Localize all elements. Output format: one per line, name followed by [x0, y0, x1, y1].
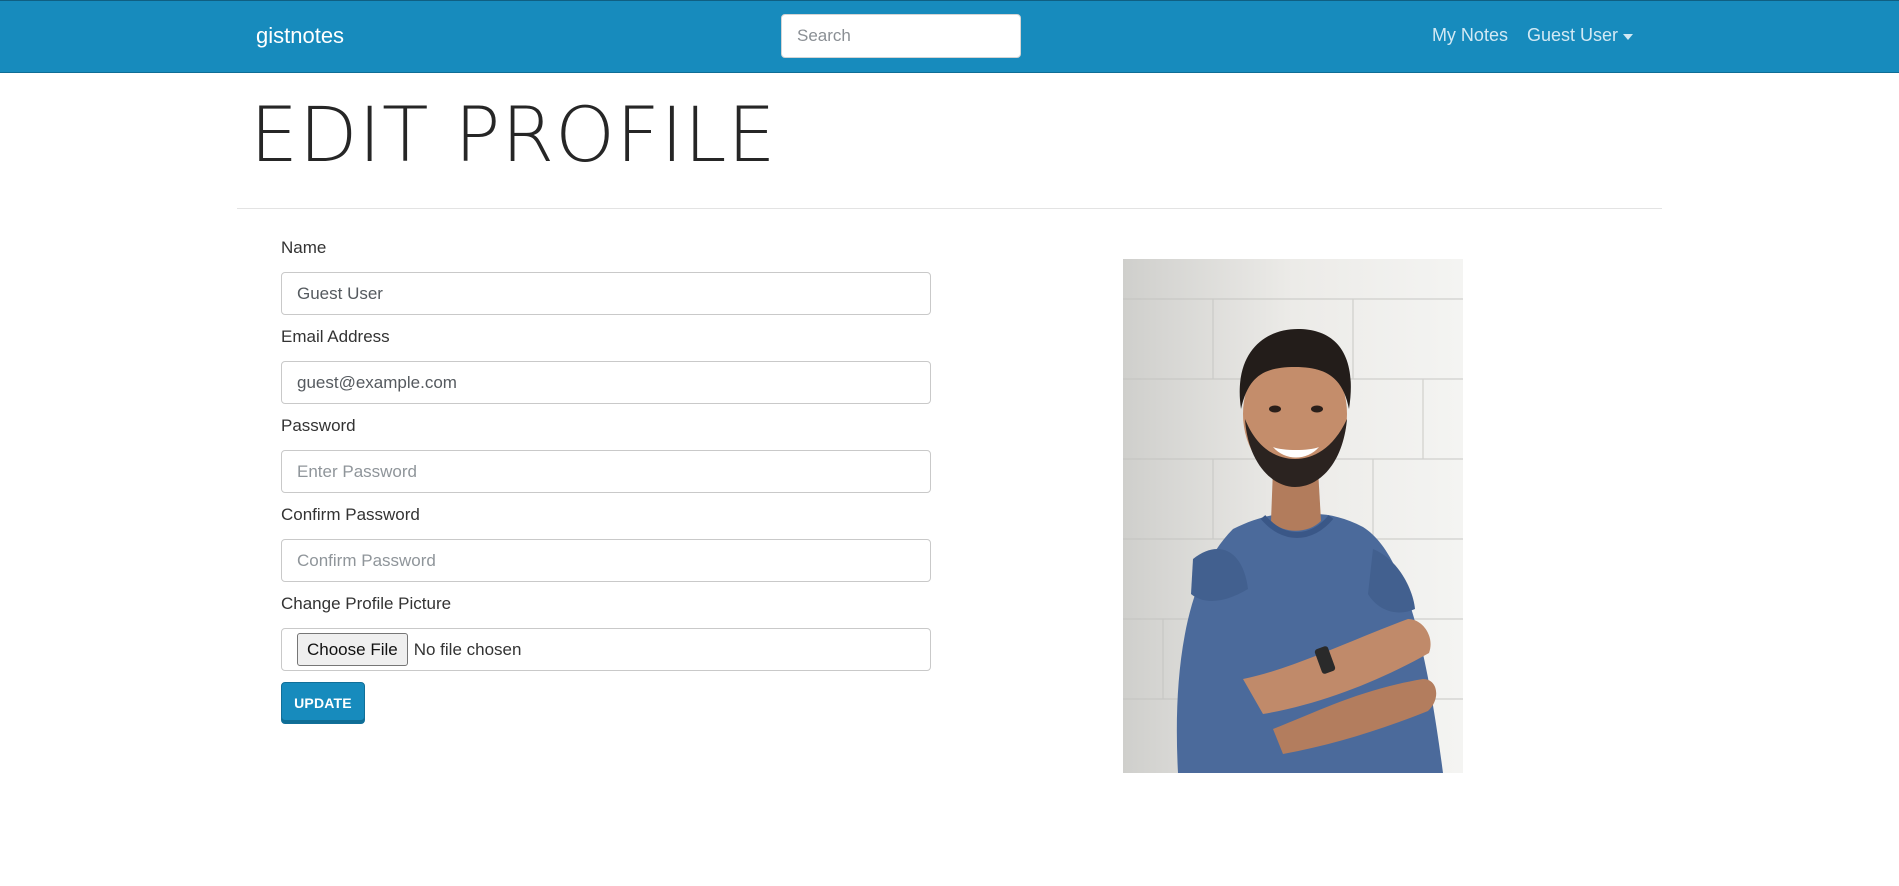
nav-my-notes-link[interactable]: My Notes	[1432, 25, 1508, 46]
user-menu-label: Guest User	[1526, 25, 1618, 45]
password-label: Password	[281, 416, 356, 435]
email-label: Email Address	[281, 327, 390, 346]
profile-picture-file-input[interactable]: Choose File No file chosen	[281, 628, 931, 671]
profile-picture	[1123, 259, 1463, 773]
password-field[interactable]	[281, 450, 931, 493]
title-divider	[237, 208, 1662, 209]
file-status-text: No file chosen	[413, 639, 522, 659]
name-field[interactable]	[281, 272, 931, 315]
name-label: Name	[281, 238, 327, 257]
page-title: EDIT PROFILE	[250, 90, 777, 179]
email-field[interactable]	[281, 361, 931, 404]
edit-profile-form: Name Email Address Password Confirm Pass…	[281, 238, 931, 724]
brand-link[interactable]: gistnotes	[256, 23, 344, 49]
search-input[interactable]	[781, 14, 1021, 58]
update-button[interactable]: UPDATE	[281, 682, 365, 724]
navbar-right: My Notes Guest User	[1432, 25, 1633, 46]
chevron-down-icon	[1623, 33, 1633, 40]
confirm-password-label: Confirm Password	[281, 505, 420, 524]
choose-file-button[interactable]: Choose File	[297, 633, 408, 666]
profile-picture-label: Change Profile Picture	[281, 594, 452, 613]
confirm-password-field[interactable]	[281, 539, 931, 582]
top-navbar: gistnotes My Notes Guest User	[0, 0, 1899, 73]
user-menu-toggle[interactable]: Guest User	[1527, 25, 1633, 46]
